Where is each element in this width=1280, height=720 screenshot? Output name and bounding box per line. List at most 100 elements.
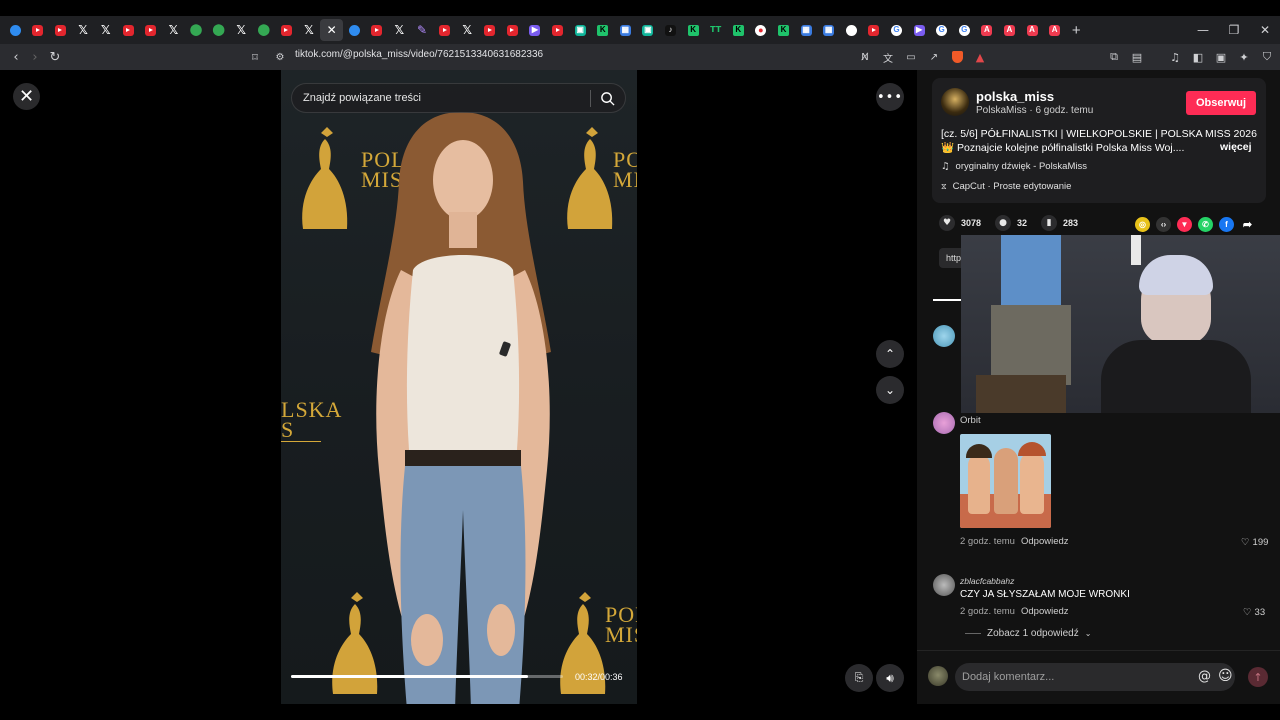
browser-tab-msn-icon[interactable]: ▦ (614, 19, 637, 41)
capcut-row[interactable]: ⧖ CapCut · Proste edytowanie (941, 181, 1071, 192)
comment-likes[interactable]: ♡ 199 (1241, 537, 1268, 548)
follow-button[interactable]: Obserwuj (1186, 91, 1256, 115)
comment-likes[interactable]: ♡ 33 (1243, 607, 1265, 618)
browser-tab-teal-icon[interactable]: ▣ (637, 19, 660, 41)
comment-gif[interactable] (960, 434, 1051, 528)
browser-tab-youtube-icon[interactable] (501, 19, 524, 41)
browser-tab-x-icon[interactable]: 𝕏 (456, 19, 479, 41)
browser-tab-youtube-icon[interactable] (478, 19, 501, 41)
whatsapp-icon[interactable]: ✆ (1198, 217, 1213, 232)
browser-tab-google-icon[interactable]: G (885, 19, 908, 41)
restore-button[interactable]: ❐ (1219, 16, 1249, 44)
sound-name[interactable]: oryginalny dźwięk - PolskaMiss (956, 161, 1087, 172)
next-video-button[interactable]: ⌄ (876, 376, 904, 404)
browser-tab-x-icon[interactable]: 𝕏 (162, 19, 185, 41)
browser-tab-teal-icon[interactable]: ▣ (569, 19, 592, 41)
close-window-button[interactable]: ✕ (1250, 16, 1280, 44)
caption-more-link[interactable]: więcej (1220, 141, 1252, 153)
browser-tab-msn-icon[interactable]: ▦ (817, 19, 840, 41)
rewards-icon[interactable]: ▲ (970, 47, 990, 67)
view-replies-button[interactable]: Zobacz 1 odpowiedź ⌄ (965, 628, 1091, 639)
browser-tab-youtube-icon[interactable] (140, 19, 163, 41)
browser-tab-green-k-icon[interactable]: K (772, 19, 795, 41)
reply-button[interactable]: Odpowiedz (1021, 606, 1069, 617)
browser-tab-x-icon[interactable]: 𝕏 (230, 19, 253, 41)
heart-outline-icon[interactable]: ♡ (1243, 607, 1252, 618)
wallet-icon[interactable]: ▣ (1211, 47, 1231, 67)
new-tab-button[interactable]: + (1072, 22, 1081, 39)
brave-shield-icon[interactable] (947, 47, 967, 67)
search-icon[interactable] (600, 91, 615, 106)
bookmark-icon[interactable]: ⌑ (245, 47, 265, 67)
video-progress-bar[interactable] (291, 675, 563, 678)
send-comment-button[interactable]: ↑ (1248, 667, 1268, 687)
capcut-label[interactable]: CapCut · Proste edytowanie (953, 181, 1072, 192)
related-search-field[interactable]: Znajdź powiązane treści (291, 83, 626, 113)
comment-icon[interactable]: ● (995, 215, 1012, 231)
repost-icon[interactable]: ◎ (1135, 217, 1150, 232)
browser-tab-x-icon[interactable]: 𝕏 (72, 19, 95, 41)
browser-tab-blue-icon[interactable] (343, 19, 366, 41)
view-replies-label[interactable]: Zobacz 1 odpowiedź (987, 628, 1079, 639)
browser-tab-tiktok-icon[interactable]: ♪ (659, 19, 682, 41)
browser-tab-google-icon[interactable]: G (953, 19, 976, 41)
site-info-icon[interactable]: ⚙ (270, 47, 290, 67)
creator-username[interactable]: polska_miss (976, 89, 1054, 104)
mention-icon[interactable]: @ (1198, 669, 1211, 684)
reply-button[interactable]: Odpowiedz (1021, 536, 1069, 547)
browser-tab-purple-icon[interactable]: ▶ (908, 19, 931, 41)
vpn-icon[interactable]: ⛉ (1257, 47, 1277, 67)
close-video-button[interactable]: ✕ (13, 83, 40, 110)
previous-video-button[interactable]: ⌃ (876, 340, 904, 368)
reload-icon[interactable]: ↻ (45, 47, 65, 67)
bookmark-icon[interactable]: ▮ (1041, 215, 1058, 231)
embed-icon[interactable]: ‹› (1156, 217, 1171, 232)
browser-tab-youtube-icon[interactable] (275, 19, 298, 41)
commenter-avatar[interactable] (933, 574, 955, 596)
browser-tab-red-a-icon[interactable]: A (998, 19, 1021, 41)
comment-stat[interactable]: ● 32 (995, 215, 1027, 231)
share-page-icon[interactable]: ↗ (924, 47, 944, 67)
browser-tab-maps-icon[interactable]: ⬤ (207, 19, 230, 41)
save-stat[interactable]: ▮ 283 (1041, 215, 1078, 231)
more-options-button[interactable]: ••• (876, 83, 904, 111)
share-arrow-icon[interactable]: ➦ (1240, 217, 1255, 232)
browser-tab-tt-icon[interactable]: TT (704, 19, 727, 41)
creator-avatar[interactable] (941, 88, 969, 116)
browser-tab-youtube-icon[interactable] (546, 19, 569, 41)
browser-tab-white-icon[interactable] (840, 19, 863, 41)
browser-tab-x-active-icon[interactable]: ✕ (320, 19, 343, 41)
browser-tab-youtube-icon[interactable] (366, 19, 389, 41)
forward-icon[interactable]: › (25, 47, 45, 67)
browser-tab-maps-icon[interactable]: ⬤ (185, 19, 208, 41)
browser-tab-maps-icon[interactable]: ⬤ (253, 19, 276, 41)
comment-username[interactable]: zblacfcabbahz (960, 576, 1014, 586)
browser-tab-green-k-icon[interactable]: K (682, 19, 705, 41)
browser-tab-youtube-icon[interactable] (27, 19, 50, 41)
send-friend-icon[interactable]: ▼ (1177, 217, 1192, 232)
heart-outline-icon[interactable]: ♡ (1241, 537, 1250, 548)
commenter-avatar-orbit[interactable] (933, 412, 955, 434)
facebook-icon[interactable]: f (1219, 217, 1234, 232)
translate-icon[interactable]: 文 (878, 47, 898, 67)
browser-tab-youtube-icon[interactable] (433, 19, 456, 41)
leo-ai-icon[interactable]: ✦ (1234, 47, 1254, 67)
media-icon[interactable]: ♫ (1165, 47, 1185, 67)
emoji-icon[interactable]: ☺ (1218, 668, 1233, 684)
browser-tab-green-k-icon[interactable]: K (591, 19, 614, 41)
sidebar-icon[interactable]: ◧ (1188, 47, 1208, 67)
sound-row[interactable]: ♫ oryginalny dźwięk - PolskaMiss (941, 161, 1087, 172)
video-player[interactable]: POLMISS POLMISS LSKAS POLMISS (281, 70, 637, 704)
address-bar-url[interactable]: tiktok.com/@polska_miss/video/7621513340… (295, 49, 543, 60)
browser-tab-blue-icon[interactable] (4, 19, 27, 41)
browser-tab-red-a-icon[interactable]: A (1043, 19, 1066, 41)
browser-tab-youtube-icon[interactable] (49, 19, 72, 41)
browser-tab-google-icon[interactable]: G (930, 19, 953, 41)
tab-manager-icon[interactable]: ▤ (1127, 47, 1147, 67)
browser-tab-green-k-icon[interactable]: K (727, 19, 750, 41)
browser-tab-purple-icon[interactable]: ▶ (524, 19, 547, 41)
browser-tab-x-icon[interactable]: 𝕏 (388, 19, 411, 41)
comment-username[interactable]: Orbit (960, 415, 981, 426)
minimize-button[interactable]: — (1188, 16, 1218, 44)
browser-tab-red-dot-icon[interactable]: ● (750, 19, 773, 41)
